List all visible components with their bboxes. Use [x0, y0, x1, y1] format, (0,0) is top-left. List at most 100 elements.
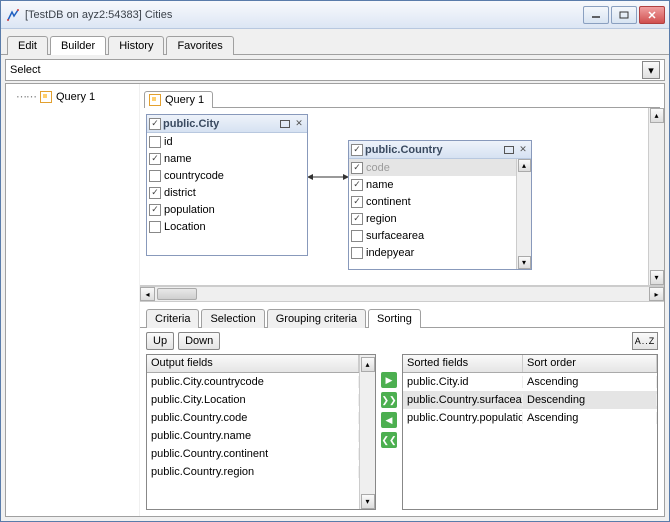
scroll-left-icon[interactable]: ◂: [140, 287, 155, 301]
app-window: [TestDB on ayz2:54383] Cities Edit Build…: [0, 0, 670, 522]
tab-history[interactable]: History: [108, 36, 164, 55]
dropdown-icon[interactable]: ▾: [642, 61, 660, 79]
list-item[interactable]: public.Country.code: [147, 409, 359, 427]
diagram-canvas[interactable]: public.City ✕ id name countrycode distri…: [140, 108, 664, 286]
sort-order-header: Sort order: [523, 355, 657, 372]
tab-favorites[interactable]: Favorites: [166, 36, 233, 55]
sorted-fields-header: Sorted fields: [403, 355, 523, 372]
field-country-continent[interactable]: continent: [349, 193, 516, 210]
query-icon: [40, 91, 52, 103]
minimize-button[interactable]: [583, 6, 609, 24]
field-country-surfacearea[interactable]: surfacearea: [349, 227, 516, 244]
output-fields-header: Output fields: [147, 355, 359, 372]
titlebar: [TestDB on ayz2:54383] Cities: [1, 1, 669, 29]
restore-icon[interactable]: [279, 118, 291, 130]
field-city-location[interactable]: Location: [147, 218, 292, 235]
move-left-button[interactable]: ◀: [381, 412, 397, 428]
close-icon[interactable]: ✕: [517, 144, 529, 156]
field-country-name[interactable]: name: [349, 176, 516, 193]
tab-criteria[interactable]: Criteria: [146, 309, 199, 328]
checkbox[interactable]: [351, 213, 363, 225]
checkbox[interactable]: [351, 179, 363, 191]
tab-grouping[interactable]: Grouping criteria: [267, 309, 366, 328]
field-country-indepyear[interactable]: indepyear: [349, 244, 516, 261]
scroll-up-icon[interactable]: ▴: [650, 108, 664, 123]
move-all-right-button[interactable]: ❯❯: [381, 392, 397, 408]
move-right-button[interactable]: ▶: [381, 372, 397, 388]
statement-type-label: Select: [10, 64, 642, 76]
scrollbar-vertical[interactable]: ▾: [359, 373, 375, 509]
tab-selection[interactable]: Selection: [201, 309, 264, 328]
table-country-check-all[interactable]: [351, 144, 363, 156]
field-city-population[interactable]: population: [147, 201, 292, 218]
scroll-down-icon[interactable]: ▾: [361, 494, 375, 509]
checkbox[interactable]: [149, 187, 161, 199]
field-city-name[interactable]: name: [147, 150, 292, 167]
list-item[interactable]: public.Country.name: [147, 427, 359, 445]
checkbox[interactable]: [351, 162, 363, 174]
right-pane: Query 1 publi: [140, 84, 664, 516]
bottom-tabs: Criteria Selection Grouping criteria Sor…: [140, 302, 664, 328]
builder-body: ⋯⋯ Query 1 Query 1: [5, 83, 665, 517]
table-country-title: public.Country: [365, 144, 501, 156]
scroll-down-icon[interactable]: ▾: [518, 256, 531, 269]
list-item[interactable]: public.City.Location: [147, 391, 359, 409]
tab-edit[interactable]: Edit: [7, 36, 48, 55]
checkbox[interactable]: [149, 136, 161, 148]
query-tab-1[interactable]: Query 1: [144, 91, 213, 108]
sorted-fields-list[interactable]: Sorted fields Sort order public.City.id …: [402, 354, 658, 510]
tree-connector: ⋯⋯: [16, 90, 36, 103]
scroll-right-icon[interactable]: ▸: [649, 287, 664, 301]
tab-sorting[interactable]: Sorting: [368, 309, 421, 328]
close-icon[interactable]: ✕: [293, 118, 305, 130]
field-city-id[interactable]: id: [147, 133, 292, 150]
tab-builder[interactable]: Builder: [50, 36, 106, 55]
scroll-up-icon[interactable]: ▴: [518, 159, 531, 172]
field-city-countrycode[interactable]: countrycode: [147, 167, 292, 184]
query-icon: [149, 94, 161, 106]
table-city-title: public.City: [163, 118, 277, 130]
checkbox[interactable]: [351, 247, 363, 259]
table-city[interactable]: public.City ✕ id name countrycode distri…: [146, 114, 308, 256]
app-icon: [5, 7, 21, 23]
field-country-code[interactable]: code: [349, 159, 516, 176]
scroll-up-icon[interactable]: ▴: [361, 357, 375, 372]
move-buttons: ▶ ❯❯ ◀ ❮❮: [380, 354, 398, 510]
list-item[interactable]: public.City.countrycode: [147, 373, 359, 391]
table-country[interactable]: public.Country ✕ code name continent reg…: [348, 140, 532, 270]
checkbox[interactable]: [149, 204, 161, 216]
query-tabs: Query 1: [140, 84, 664, 108]
up-button[interactable]: Up: [146, 332, 174, 350]
sorting-pane: Up Down A..Z Output fields ▴: [140, 328, 664, 516]
field-city-district[interactable]: district: [147, 184, 292, 201]
move-all-left-button[interactable]: ❮❮: [381, 432, 397, 448]
field-country-region[interactable]: region: [349, 210, 516, 227]
restore-icon[interactable]: [503, 144, 515, 156]
checkbox[interactable]: [149, 170, 161, 182]
checkbox[interactable]: [149, 221, 161, 233]
checkbox[interactable]: [351, 196, 363, 208]
canvas-scrollbar-horizontal[interactable]: ◂ ▸: [140, 286, 664, 302]
az-button[interactable]: A..Z: [632, 332, 658, 350]
table-city-check-all[interactable]: [149, 118, 161, 130]
tree-item-query1[interactable]: ⋯⋯ Query 1: [6, 88, 139, 105]
scroll-down-icon[interactable]: ▾: [650, 270, 664, 285]
list-item[interactable]: public.Country.region: [147, 463, 359, 481]
content-area: Select ▾ ⋯⋯ Query 1 Query 1: [1, 55, 669, 521]
statement-type-selector[interactable]: Select ▾: [5, 59, 665, 81]
close-button[interactable]: [639, 6, 665, 24]
canvas-scrollbar-vertical[interactable]: ▴ ▾: [648, 108, 664, 285]
list-item[interactable]: public.Country.surfacearea Descending: [403, 391, 657, 409]
scroll-thumb[interactable]: [157, 288, 197, 300]
down-button[interactable]: Down: [178, 332, 220, 350]
list-item[interactable]: public.Country.population Ascending: [403, 409, 657, 427]
list-item[interactable]: public.Country.continent: [147, 445, 359, 463]
output-fields-list[interactable]: Output fields ▴ public.City.countrycode …: [146, 354, 376, 510]
checkbox[interactable]: [149, 153, 161, 165]
query-tab-label: Query 1: [165, 94, 204, 106]
query-tree: ⋯⋯ Query 1: [6, 84, 140, 516]
list-item[interactable]: public.City.id Ascending: [403, 373, 657, 391]
maximize-button[interactable]: [611, 6, 637, 24]
scrollbar-vertical[interactable]: ▴ ▾: [516, 159, 531, 269]
checkbox[interactable]: [351, 230, 363, 242]
